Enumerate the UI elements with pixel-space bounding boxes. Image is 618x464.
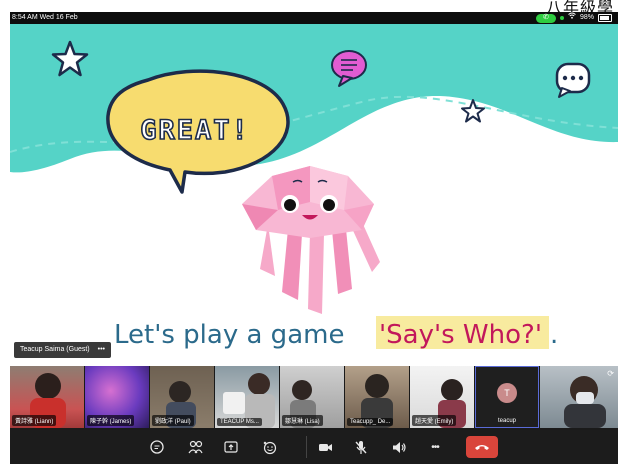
participant-name: TEACUP Ms... [217, 418, 262, 426]
teal-wave [10, 24, 618, 173]
slide-canvas: GREAT! Let's play a game 'Say's Who?' . [10, 24, 618, 350]
camera-indicator-icon [559, 16, 564, 20]
status-bar: 8:54 AM Wed 16 Feb ✆ 98% [10, 12, 618, 24]
video-feed [564, 376, 606, 428]
wifi-icon [568, 12, 576, 24]
participants-icon[interactable] [186, 438, 204, 456]
participant-tile[interactable]: TEACUP Ms... [215, 366, 279, 428]
active-call-icon[interactable]: ✆ [535, 13, 556, 23]
speaker-icon[interactable] [390, 438, 408, 456]
participant-tile[interactable]: ⟳ [540, 366, 618, 428]
jellyfish-illustration [242, 166, 380, 314]
avatar: T [497, 383, 517, 403]
microphone-muted-icon[interactable] [352, 438, 370, 456]
chat-icon[interactable] [148, 438, 166, 456]
participant-name: 黃詩雅 (Liann) [12, 415, 57, 426]
participant-name: 劉政洋 (Paul) [152, 415, 194, 426]
video-camera-icon[interactable] [316, 438, 334, 456]
participant-name: teacup [497, 418, 517, 424]
reactions-icon[interactable] [260, 438, 278, 456]
great-bubble: GREAT! [106, 69, 290, 194]
presenter-more-button[interactable]: ••• [98, 342, 105, 358]
prompt-period: . [550, 320, 558, 350]
participant-tile[interactable]: 趙天愛 (Emily) [410, 366, 474, 428]
participant-tile[interactable]: Teacupp_ De... [345, 366, 409, 428]
toolbar-divider [306, 436, 307, 458]
battery-percent: 98% [579, 14, 594, 21]
switch-camera-icon[interactable]: ⟳ [607, 369, 614, 378]
presenter-name-tag[interactable]: Teacup Saima (Guest) ••• [14, 342, 112, 358]
prompt-text: Let's play a game [114, 320, 344, 350]
status-right: ✆ 98% [535, 12, 612, 24]
participant-strip: 黃詩雅 (Liann) 陳子幹 (James) 劉政洋 (Paul) TEACU… [10, 366, 618, 430]
top-strip: 八年級學 [0, 0, 618, 17]
participant-name: 陳子幹 (James) [87, 415, 135, 426]
participant-tile[interactable]: 劉政洋 (Paul) [150, 366, 214, 428]
meeting-toolbar: ••• [10, 430, 618, 464]
participant-name: 趙天愛 (Emily) [412, 415, 457, 426]
participant-name: 鄒慧琳 (Lisa) [282, 415, 323, 426]
status-time: 8:54 AM Wed 16 Feb [12, 14, 78, 21]
highlight-text: 'Say's Who?' [379, 320, 542, 350]
battery-icon [598, 14, 612, 22]
more-button[interactable]: ••• [426, 438, 444, 456]
participant-tile[interactable]: T teacup [475, 366, 539, 428]
participant-tile[interactable]: 陳子幹 (James) [85, 366, 149, 428]
leave-meeting-button[interactable] [466, 436, 498, 458]
shared-screen: GREAT! Let's play a game 'Say's Who?' . [10, 24, 618, 365]
share-screen-icon[interactable] [222, 438, 240, 456]
participant-tile[interactable]: 鄒慧琳 (Lisa) [280, 366, 344, 428]
presenter-name: Teacup Saima (Guest) [20, 346, 90, 353]
great-text: GREAT! [140, 115, 250, 146]
participant-tile[interactable]: 黃詩雅 (Liann) [10, 366, 84, 428]
phone-hangup-icon [475, 445, 489, 450]
participant-name: Teacupp_ De... [347, 418, 394, 426]
